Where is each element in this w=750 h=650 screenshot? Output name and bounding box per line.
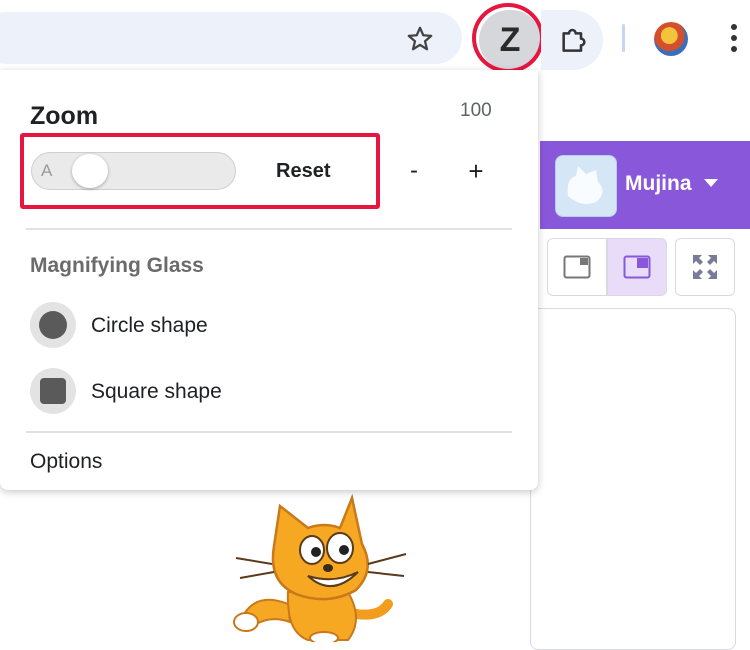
- username[interactable]: Mujina: [625, 172, 692, 196]
- puzzle-icon[interactable]: [556, 24, 590, 56]
- toolbar-separator: [622, 24, 625, 52]
- fullscreen-button[interactable]: [675, 238, 735, 296]
- magnifying-glass-title: Magnifying Glass: [30, 254, 204, 277]
- circle-shape-option[interactable]: Circle shape: [30, 302, 430, 352]
- profile-avatar[interactable]: [654, 22, 688, 56]
- bookmark-star-icon[interactable]: [404, 24, 436, 54]
- scratch-cat-sprite: [233, 493, 407, 642]
- square-shape-icon: [30, 368, 76, 414]
- options-link[interactable]: Options: [30, 450, 102, 474]
- more-vert-icon[interactable]: [729, 24, 739, 56]
- zoom-out-button[interactable]: -: [404, 157, 424, 185]
- fullscreen-icon: [693, 255, 717, 279]
- caret-down-icon[interactable]: [704, 179, 718, 187]
- browser-toolbar: Z: [0, 0, 750, 78]
- square-shape-label: Square shape: [91, 380, 222, 403]
- zoom-popup: Zoom 100 A Reset - + Magnifying Glass Ci…: [0, 70, 538, 490]
- zoom-title: Zoom: [30, 102, 99, 130]
- small-stage-button[interactable]: [547, 238, 607, 296]
- highlight-box: [20, 133, 380, 209]
- normal-stage-button[interactable]: [607, 238, 667, 296]
- zoom-value: 100: [460, 100, 492, 121]
- circle-shape-icon: [30, 302, 76, 348]
- user-avatar[interactable]: [555, 155, 617, 217]
- zoom-in-button[interactable]: +: [464, 156, 488, 187]
- scratch-stage[interactable]: [530, 308, 736, 650]
- cat-avatar-icon: [567, 166, 603, 204]
- circle-shape-label: Circle shape: [91, 314, 208, 337]
- small-stage-icon: [563, 255, 591, 279]
- divider: [26, 431, 512, 433]
- highlight-ring: [472, 3, 544, 73]
- normal-stage-icon: [623, 255, 651, 279]
- divider: [26, 228, 512, 230]
- address-bar[interactable]: [0, 12, 462, 64]
- square-shape-option[interactable]: Square shape: [30, 368, 430, 418]
